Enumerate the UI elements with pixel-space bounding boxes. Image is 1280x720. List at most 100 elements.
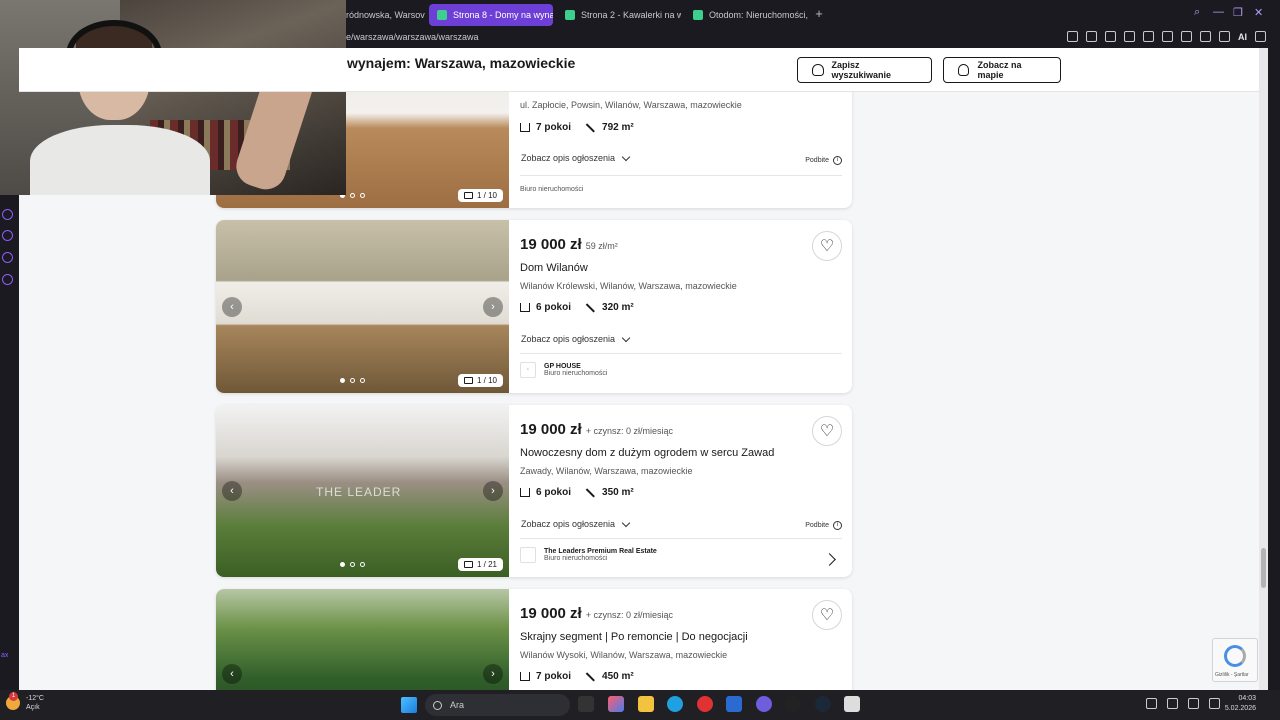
see-description-link[interactable]: Zobacz opis ogłoszenia	[521, 333, 631, 344]
edge-icon[interactable]	[667, 696, 683, 712]
agency-info[interactable]: ◦ GP HOUSE Biuro nieruchomości	[520, 362, 607, 378]
close-button[interactable]: ✕	[1254, 6, 1263, 19]
screenshot-icon[interactable]	[1086, 31, 1097, 42]
divider	[520, 353, 842, 354]
prev-photo-button[interactable]: ‹	[222, 481, 242, 501]
rooms-value: 6 pokoi	[536, 487, 572, 498]
area-icon	[586, 488, 595, 497]
listing-card[interactable]: ‹ › 1 / 10 19 000 zł 59 zł/m² ♡ Dom Wilan…	[216, 220, 852, 393]
menu-icon[interactable]	[1255, 31, 1266, 42]
listing-title[interactable]: Skrajny segment | Po remoncie | Do negoc…	[520, 631, 748, 643]
task-view-icon[interactable]	[578, 696, 594, 712]
next-photo-button[interactable]: ›	[483, 296, 503, 317]
listing-photo[interactable]: ‹ › 1 / 10	[216, 220, 509, 393]
shield-icon[interactable]	[1105, 31, 1116, 42]
scrollbar-thumb[interactable]	[1261, 548, 1266, 588]
tab-2[interactable]: Strona 8 - Domy na wynaj	[429, 4, 553, 26]
heart-icon[interactable]	[1162, 31, 1173, 42]
photo-dot[interactable]	[340, 562, 345, 567]
listing-specs: 7 pokoi 792 m²	[520, 122, 634, 133]
new-tab-button[interactable]: +	[812, 7, 826, 21]
area-spec: 320 m²	[585, 302, 634, 313]
divider	[520, 175, 842, 176]
listing-info: 19 000 zł 59 zł/m² ♡ Dom Wilanów Wilanów …	[520, 220, 842, 393]
tab-4[interactable]: Otodom: Nieruchomości, I	[685, 4, 809, 26]
download-icon[interactable]	[1219, 31, 1230, 42]
file-explorer-icon[interactable]	[638, 696, 654, 712]
app-icon[interactable]	[785, 696, 801, 712]
sidebar-aria-icon[interactable]	[2, 209, 13, 220]
url-text[interactable]: e/warszawa/warszawa/warszawa	[346, 32, 479, 42]
listing-photo[interactable]: THE LEADER ‹ › 1 / 21	[216, 405, 509, 577]
recaptcha-text[interactable]: Gizlilik - Şartlar	[1215, 672, 1249, 678]
photo-dot[interactable]	[360, 378, 365, 383]
area-spec: 450 m²	[585, 671, 634, 682]
sidebar-extensions-icon[interactable]	[2, 252, 13, 263]
promoted-badge[interactable]: Podbite i	[805, 521, 842, 530]
photo-dot[interactable]	[360, 562, 365, 567]
send-icon[interactable]	[1143, 31, 1154, 42]
listing-card[interactable]: ‹ › 19 000 zł + czynsz: 0 zł/miesiąc ♡ Sk…	[216, 589, 852, 690]
search-icon[interactable]: ⌕	[1194, 6, 1200, 19]
favorite-button[interactable]: ♡	[812, 600, 842, 630]
discord-icon[interactable]	[756, 696, 772, 712]
calculator-icon[interactable]	[844, 696, 860, 712]
next-photo-button[interactable]: ›	[483, 481, 503, 501]
vpn-icon[interactable]	[1200, 31, 1211, 42]
show-map-button[interactable]: Zobacz na mapie	[943, 57, 1061, 83]
next-photo-button[interactable]: ›	[483, 664, 503, 684]
search-icon	[433, 700, 442, 710]
favorite-button[interactable]: ♡	[812, 231, 842, 261]
opera-icon[interactable]	[697, 696, 713, 712]
translate-icon[interactable]	[1124, 31, 1135, 42]
clock[interactable]: 04:03 5.02.2026	[1225, 694, 1256, 714]
copilot-icon[interactable]	[608, 696, 624, 712]
tab-1[interactable]: ródnowska, Warsov	[338, 4, 426, 26]
photo-dot[interactable]	[350, 378, 355, 383]
area-icon	[586, 123, 595, 132]
agency-info[interactable]: The Leaders Premium Real Estate Biuro nie…	[520, 547, 657, 563]
photo-dot[interactable]	[360, 193, 365, 198]
listing-specs: 6 pokoi 350 m²	[520, 487, 634, 498]
prev-photo-button[interactable]: ‹	[222, 664, 242, 684]
steam-icon[interactable]	[815, 696, 831, 712]
otodom-favicon-icon	[565, 10, 575, 20]
see-description-link[interactable]: Zobacz opis ogłoszenia	[521, 152, 631, 163]
prev-photo-button[interactable]: ‹	[222, 296, 242, 317]
listing-card[interactable]: THE LEADER ‹ › 1 / 21 19 000 zł + czynsz:…	[216, 405, 852, 577]
see-description-link[interactable]: Zobacz opis ogłoszenia	[521, 518, 631, 529]
extensions-icon[interactable]	[1181, 31, 1192, 42]
ai-button[interactable]: AI	[1238, 32, 1247, 42]
sidebar-history-icon[interactable]	[2, 230, 13, 241]
minimize-button[interactable]: —	[1213, 6, 1224, 18]
listing-title[interactable]: Nowoczesny dom z dużym ogrodem w sercu Z…	[520, 447, 774, 459]
recaptcha-badge[interactable]: Gizlilik - Şartlar	[1212, 638, 1258, 682]
listing-photo[interactable]: ‹ ›	[216, 589, 509, 690]
chevron-up-icon[interactable]	[1146, 698, 1157, 709]
sidebar-settings-icon[interactable]	[2, 274, 13, 285]
chevron-down-icon	[621, 518, 631, 527]
store-icon[interactable]	[726, 696, 742, 712]
agency-type: Biuro nieruchomości	[544, 555, 608, 562]
agency-name: The Leaders Premium Real Estate	[544, 548, 657, 555]
promoted-badge[interactable]: Podbite i	[805, 156, 842, 165]
photo-dot[interactable]	[340, 378, 345, 383]
photo-dot[interactable]	[350, 193, 355, 198]
photo-dot[interactable]	[350, 562, 355, 567]
taskbar-search[interactable]: Ara	[425, 694, 570, 716]
favorite-button[interactable]: ♡	[812, 416, 842, 446]
network-icon[interactable]	[1188, 698, 1199, 709]
volume-icon[interactable]	[1209, 698, 1220, 709]
rooms-spec: 7 pokoi	[520, 671, 571, 682]
pin-icon[interactable]	[1067, 31, 1078, 42]
price-per-m2: 59 zł/m²	[585, 241, 618, 251]
listing-title[interactable]: Dom Wilanów	[520, 262, 588, 274]
save-search-button[interactable]: Zapisz wyszukiwanie	[797, 57, 932, 83]
clock-time: 04:03	[1238, 695, 1256, 702]
microphone-icon[interactable]	[1167, 698, 1178, 709]
page-scrollbar[interactable]	[1259, 48, 1268, 690]
maximize-button[interactable]: ❐	[1233, 6, 1243, 19]
tab-3[interactable]: Strona 2 - Kawalerki na w	[557, 4, 681, 26]
start-button[interactable]	[401, 697, 417, 713]
chevron-right-icon[interactable]	[823, 553, 836, 566]
